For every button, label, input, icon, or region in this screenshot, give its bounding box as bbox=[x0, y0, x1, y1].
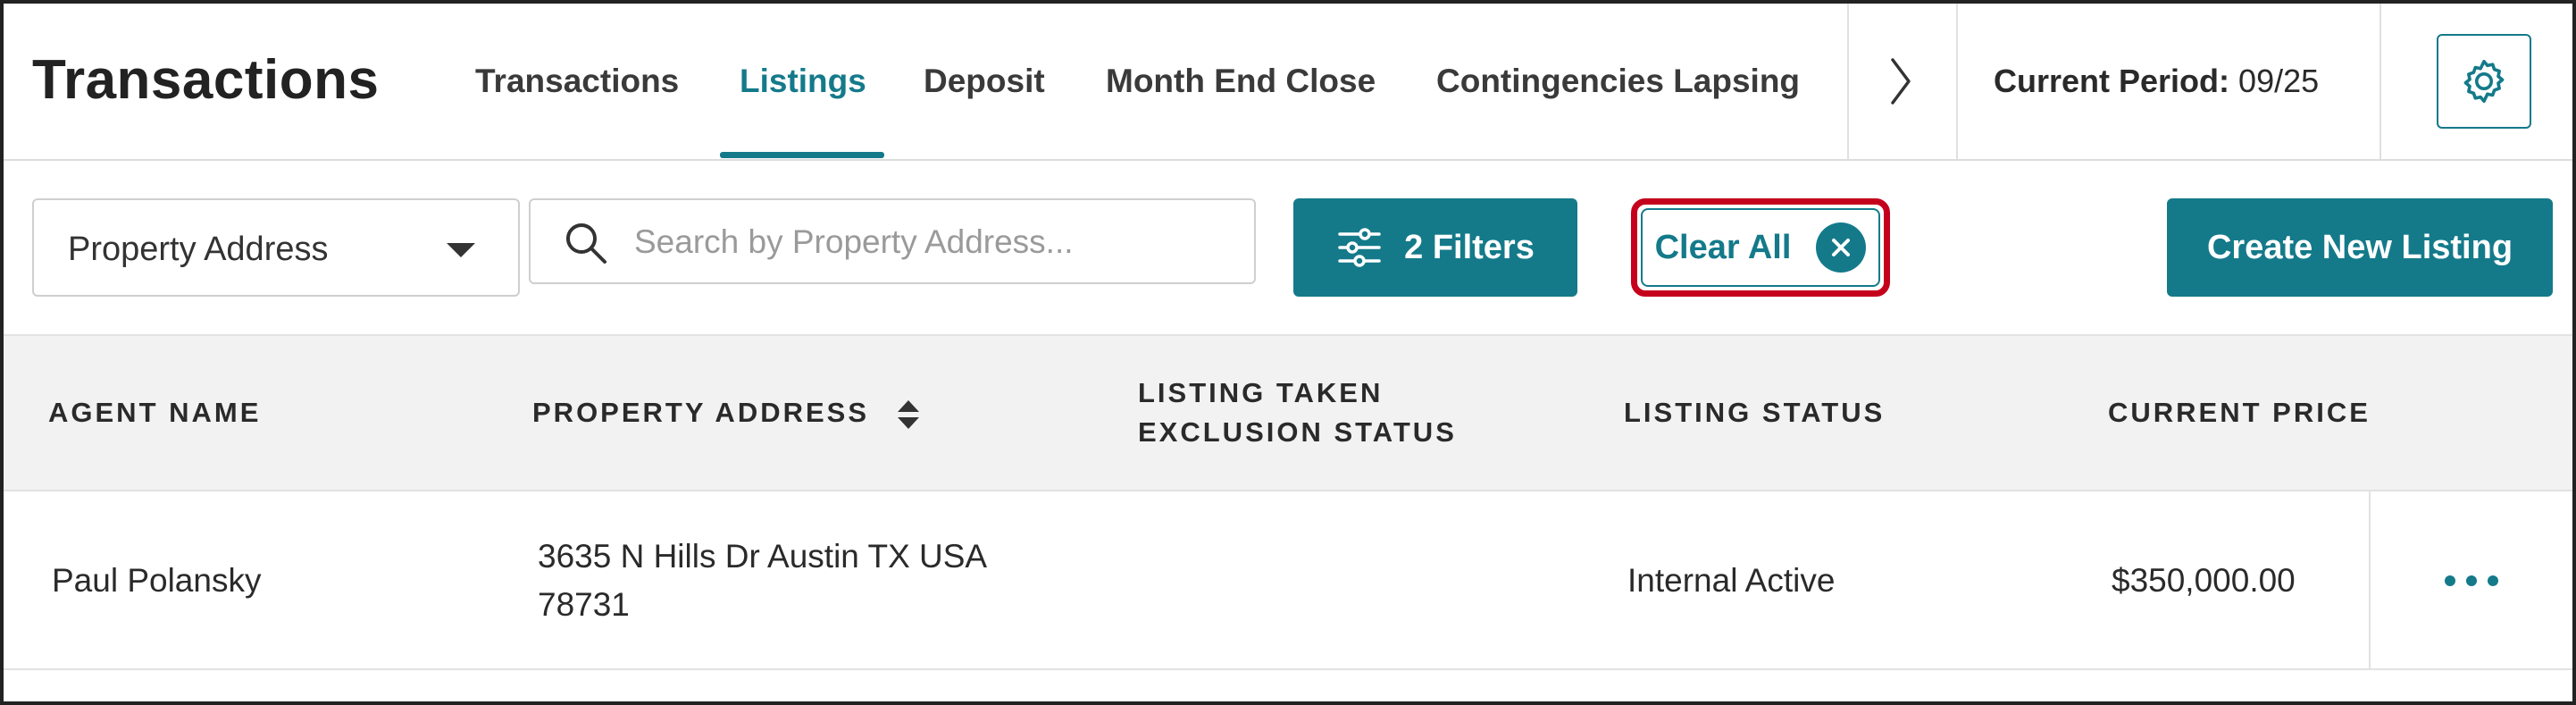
column-header-current-price[interactable]: CURRENT PRICE bbox=[2108, 393, 2371, 432]
app-frame: Transactions Transactions Listings Depos… bbox=[0, 0, 2576, 705]
column-header-exclusion-status-line2: EXCLUSION STATUS bbox=[1138, 416, 1457, 448]
current-period-value: 09/25 bbox=[2238, 63, 2320, 99]
top-header: Transactions Transactions Listings Depos… bbox=[4, 4, 2572, 161]
cell-current-price: $350,000.00 bbox=[2112, 562, 2296, 599]
current-period: Current Period: 09/25 bbox=[1994, 63, 2319, 100]
clear-all-highlight: Clear All bbox=[1631, 198, 1890, 297]
cell-listing-status: Internal Active bbox=[1627, 562, 1836, 599]
listing-toolbar: Property Address 2 Filters Clear bbox=[4, 161, 2572, 334]
settings-button[interactable] bbox=[2437, 34, 2531, 129]
table-row[interactable]: Paul Polansky 3635 N Hills Dr Austin TX … bbox=[4, 491, 2572, 670]
filters-button-label: 2 Filters bbox=[1404, 228, 1535, 266]
table-header: AGENT NAME PROPERTY ADDRESS LISTING TAKE… bbox=[4, 334, 2572, 491]
search-box[interactable] bbox=[529, 198, 1256, 284]
more-horizontal-icon bbox=[2445, 575, 2498, 586]
gear-icon bbox=[2463, 59, 2505, 104]
create-new-listing-button[interactable]: Create New Listing bbox=[2167, 198, 2553, 297]
cell-property-address-line2: 78731 bbox=[538, 586, 630, 623]
tabs-next-button[interactable] bbox=[1847, 4, 1954, 159]
caret-down-icon bbox=[447, 243, 475, 257]
column-header-property-address-label: PROPERTY ADDRESS bbox=[532, 397, 870, 428]
tab-listings[interactable]: Listings bbox=[740, 63, 866, 100]
column-header-property-address[interactable]: PROPERTY ADDRESS bbox=[532, 393, 921, 432]
tab-deposit[interactable]: Deposit bbox=[924, 63, 1045, 100]
filters-button[interactable]: 2 Filters bbox=[1293, 198, 1577, 297]
tab-month-end-close[interactable]: Month End Close bbox=[1106, 63, 1376, 100]
clear-all-label: Clear All bbox=[1654, 228, 1792, 266]
header-divider bbox=[2379, 4, 2381, 159]
chevron-right-icon bbox=[1891, 58, 1911, 105]
current-period-label: Current Period: bbox=[1994, 63, 2230, 99]
column-header-agent-name[interactable]: AGENT NAME bbox=[48, 393, 261, 432]
column-header-listing-status[interactable]: LISTING STATUS bbox=[1624, 393, 1885, 432]
cell-property-address: 3635 N Hills Dr Austin TX USA 78731 bbox=[538, 533, 987, 629]
search-icon bbox=[566, 223, 606, 264]
column-header-exclusion-status[interactable]: LISTING TAKEN EXCLUSION STATUS bbox=[1138, 373, 1457, 452]
cell-property-address-line1: 3635 N Hills Dr Austin TX USA bbox=[538, 538, 988, 575]
row-actions-button[interactable] bbox=[2369, 491, 2572, 670]
sort-icon bbox=[897, 399, 919, 429]
header-divider bbox=[1956, 4, 1958, 159]
close-circle-icon bbox=[1816, 222, 1867, 273]
cell-agent-name: Paul Polansky bbox=[52, 562, 262, 599]
tab-transactions[interactable]: Transactions bbox=[475, 63, 679, 100]
clear-all-button[interactable]: Clear All bbox=[1641, 208, 1880, 287]
search-input[interactable] bbox=[634, 220, 1224, 264]
active-tab-indicator bbox=[720, 152, 884, 158]
search-field-select[interactable]: Property Address bbox=[32, 198, 520, 297]
tab-contingencies-lapsing[interactable]: Contingencies Lapsing bbox=[1436, 63, 1800, 100]
sliders-icon bbox=[1338, 228, 1381, 267]
page-title: Transactions bbox=[32, 49, 380, 111]
column-header-exclusion-status-line1: LISTING TAKEN bbox=[1138, 377, 1384, 408]
search-field-select-value: Property Address bbox=[68, 231, 329, 268]
